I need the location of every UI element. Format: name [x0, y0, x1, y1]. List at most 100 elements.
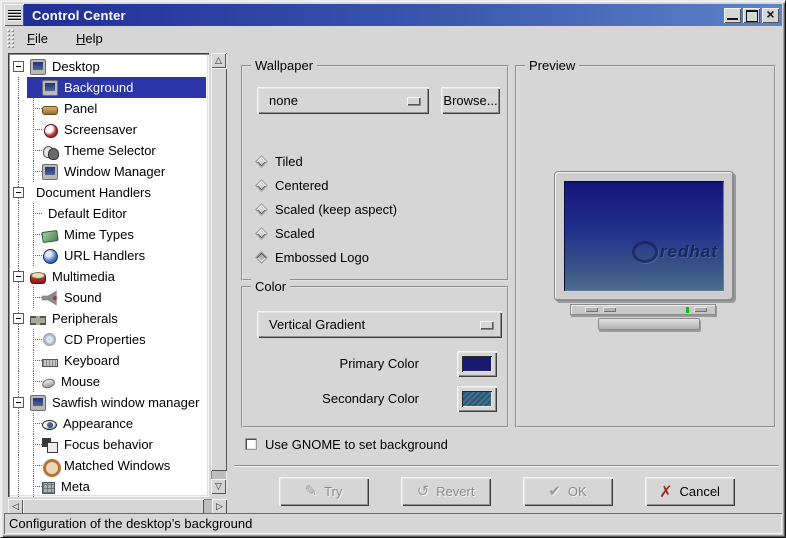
- scroll-left-icon[interactable]: ◁: [8, 499, 23, 514]
- tree-connector: [33, 150, 42, 151]
- tree-item-desktop[interactable]: Desktop: [11, 56, 206, 77]
- wallpaper-mode-scaled-keep-aspect[interactable]: Scaled (keep aspect): [255, 197, 397, 221]
- tree-connector: [33, 423, 42, 424]
- maximize-icon[interactable]: [743, 8, 760, 23]
- tree-expander-icon[interactable]: [13, 187, 24, 198]
- browse-button[interactable]: Browse...: [441, 87, 500, 114]
- wallpaper-dropdown[interactable]: none: [257, 87, 429, 114]
- tree-item-window-manager[interactable]: Window Manager: [11, 161, 206, 182]
- tree-item-matched-windows[interactable]: Matched Windows: [11, 455, 206, 476]
- use-gnome-checkbox[interactable]: [245, 438, 257, 450]
- titlebar[interactable]: Control Center: [4, 4, 782, 26]
- scroll-down-icon[interactable]: ▽: [211, 479, 226, 494]
- option-menu-handle-icon: [480, 321, 493, 329]
- minimize-icon[interactable]: [724, 8, 741, 23]
- tree-item-keyboard[interactable]: Keyboard: [11, 350, 206, 371]
- tree-item-appearance[interactable]: Appearance: [11, 413, 206, 434]
- desktop-icon: [30, 59, 46, 75]
- close-icon[interactable]: [762, 8, 779, 23]
- tree-item-screensaver[interactable]: Screensaver: [11, 119, 206, 140]
- tree-expander-icon[interactable]: [13, 61, 24, 72]
- radio-button-icon[interactable]: [255, 155, 268, 168]
- radio-button-icon[interactable]: [255, 203, 268, 216]
- revert-button[interactable]: ↺Revert: [401, 477, 491, 506]
- tree-connector: [33, 444, 42, 445]
- radio-button-icon[interactable]: [255, 251, 268, 264]
- tree-item-document-handlers[interactable]: Document Handlers: [11, 182, 206, 203]
- window-menu-button[interactable]: [4, 4, 24, 26]
- panel-icon: [42, 106, 58, 115]
- vertical-scroll-thumb[interactable]: [211, 68, 227, 471]
- tree-expander-icon[interactable]: [13, 313, 24, 324]
- tree-item-mouse[interactable]: Mouse: [11, 371, 206, 392]
- tree-item-label: Default Editor: [48, 206, 127, 221]
- preview-keyboard: [598, 318, 700, 330]
- radio-button-icon[interactable]: [255, 227, 268, 240]
- menu-file[interactable]: File: [19, 28, 56, 49]
- tree-horizontal-scrollbar[interactable]: ◁ ▷: [8, 499, 227, 514]
- tree-item-label: Background: [64, 80, 133, 95]
- sawfish-icon: [30, 395, 46, 411]
- tree-item-label: Multimedia: [52, 269, 115, 284]
- wallpaper-frame: Wallpaper none Browse... TiledCenteredSc…: [241, 65, 509, 281]
- tree-item-focus-behavior[interactable]: Focus behavior: [11, 434, 206, 455]
- menu-help[interactable]: Help: [68, 28, 111, 49]
- scroll-up-icon[interactable]: △: [211, 53, 226, 68]
- tree-item-meta[interactable]: Meta: [11, 476, 206, 497]
- tree-item-background[interactable]: Background: [11, 77, 206, 98]
- tree-item-label: Sawfish window manager: [52, 395, 199, 410]
- use-gnome-checkbox-row[interactable]: Use GNOME to set background: [245, 435, 448, 453]
- tree-item-mime-types[interactable]: Mime Types: [11, 224, 206, 245]
- tree-item-default-editor[interactable]: Default Editor: [11, 203, 206, 224]
- ok-button[interactable]: ✔OK: [523, 477, 613, 506]
- tree-item-url-handlers[interactable]: URL Handlers: [11, 245, 206, 266]
- tree-item-label: Peripherals: [52, 311, 118, 326]
- tree-item-cd-properties[interactable]: CD Properties: [11, 329, 206, 350]
- use-gnome-checkbox-label: Use GNOME to set background: [265, 437, 448, 452]
- preview-monitor-screen: redhat: [564, 181, 724, 291]
- monitor-button-icon: [585, 307, 598, 312]
- screensaver-icon: [42, 122, 58, 138]
- tree-expander-icon[interactable]: [13, 271, 24, 282]
- menubar-grip[interactable]: [6, 28, 15, 49]
- tree-item-panel[interactable]: Panel: [11, 98, 206, 119]
- try-button[interactable]: ✎Try: [279, 477, 369, 506]
- capplet-tree: Desktop Background PanelScreensaverTheme S…: [8, 53, 209, 497]
- tree-connector: [33, 213, 42, 214]
- tree-connector: [33, 381, 42, 382]
- tree-item-label: Desktop: [52, 59, 100, 74]
- wallpaper-mode-tiled[interactable]: Tiled: [255, 149, 397, 173]
- revert-icon: ↺: [417, 484, 430, 499]
- tree-expander-icon[interactable]: [13, 397, 24, 408]
- tree-item-sawfish-window-manager[interactable]: Sawfish window manager: [11, 392, 206, 413]
- tree-vertical-scrollbar[interactable]: △ ▽: [211, 53, 227, 494]
- tree-connector: [33, 108, 42, 109]
- ok-icon: ✔: [548, 484, 561, 499]
- tree-item-label: Keyboard: [64, 353, 120, 368]
- preview-frame-label: Preview: [525, 58, 579, 73]
- cancel-button[interactable]: ✗Cancel: [645, 477, 735, 506]
- scroll-right-icon[interactable]: ▷: [212, 499, 227, 514]
- horizontal-scroll-thumb[interactable]: [23, 499, 204, 514]
- preview-monitor: redhat: [554, 171, 734, 301]
- primary-color-swatch[interactable]: [457, 351, 497, 377]
- tree-connector: [33, 129, 42, 130]
- radio-label: Centered: [275, 178, 328, 193]
- background-icon: [42, 80, 58, 96]
- gradient-type-dropdown[interactable]: Vertical Gradient: [257, 311, 502, 338]
- tree-connector: [33, 171, 42, 172]
- tree-item-multimedia[interactable]: Multimedia: [11, 266, 206, 287]
- tree-item-peripherals[interactable]: Peripherals: [11, 308, 206, 329]
- wallpaper-mode-embossed-logo[interactable]: Embossed Logo: [255, 245, 397, 269]
- wallpaper-mode-scaled[interactable]: Scaled: [255, 221, 397, 245]
- tree-item-label: Document Handlers: [36, 185, 151, 200]
- secondary-color-swatch[interactable]: [457, 386, 497, 412]
- tree-item-sound[interactable]: Sound: [11, 287, 206, 308]
- wallpaper-mode-centered[interactable]: Centered: [255, 173, 397, 197]
- action-separator: [234, 465, 779, 467]
- radio-button-icon[interactable]: [255, 179, 268, 192]
- tree-connector: [33, 339, 42, 340]
- secondary-color-fill: [462, 391, 492, 407]
- tree-item-theme-selector[interactable]: Theme Selector: [11, 140, 206, 161]
- tree-item-label: Matched Windows: [64, 458, 170, 473]
